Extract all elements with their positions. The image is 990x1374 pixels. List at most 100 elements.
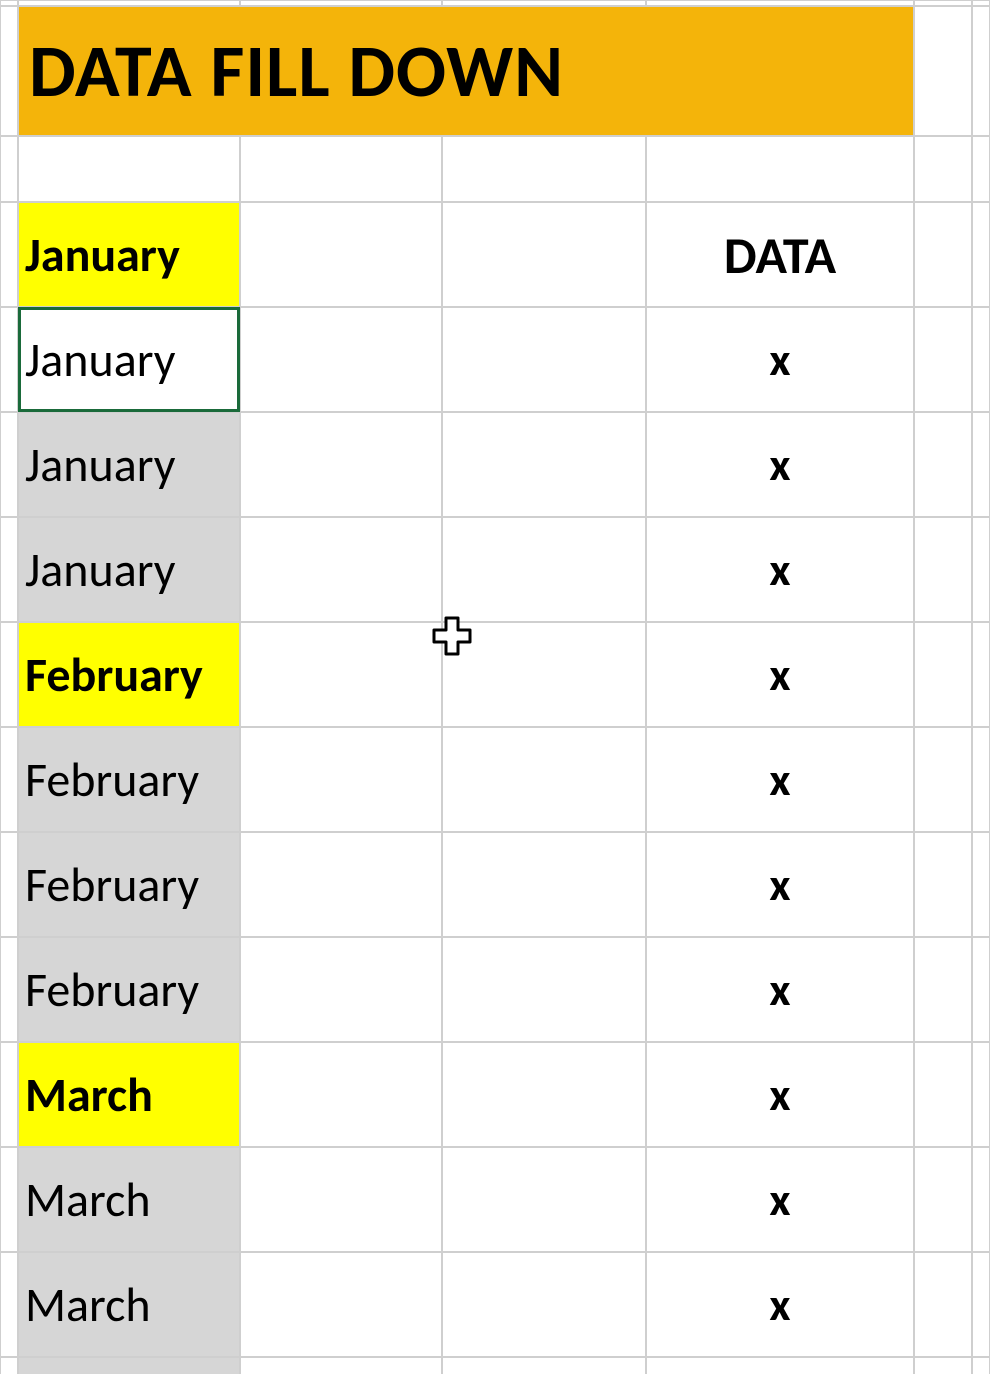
month-label: January xyxy=(25,435,175,494)
cell[interactable] xyxy=(442,1147,646,1252)
data-cell[interactable]: x xyxy=(646,832,914,937)
spreadsheet-grid[interactable]: DATA FILL DOWN January DATA January xyxy=(0,0,990,1374)
cell[interactable] xyxy=(914,6,972,136)
cell[interactable] xyxy=(972,1252,990,1357)
cell[interactable] xyxy=(240,1357,442,1374)
month-label: January xyxy=(25,540,175,599)
cell[interactable] xyxy=(0,1252,18,1357)
cell[interactable] xyxy=(240,1147,442,1252)
data-cell[interactable]: x xyxy=(646,1252,914,1357)
data-cell[interactable]: x xyxy=(646,727,914,832)
cell[interactable] xyxy=(442,832,646,937)
cell[interactable] xyxy=(0,6,18,136)
cell[interactable] xyxy=(240,727,442,832)
cell[interactable] xyxy=(240,832,442,937)
cell[interactable] xyxy=(240,307,442,412)
cell[interactable] xyxy=(972,136,990,202)
cell[interactable] xyxy=(442,412,646,517)
cell[interactable] xyxy=(0,937,18,1042)
cell[interactable] xyxy=(972,307,990,412)
cell[interactable] xyxy=(972,1147,990,1252)
cell[interactable] xyxy=(0,1042,18,1147)
month-header-cell[interactable]: January xyxy=(18,202,240,307)
cell[interactable] xyxy=(0,307,18,412)
data-header-cell[interactable]: DATA xyxy=(646,202,914,307)
cell[interactable] xyxy=(914,622,972,727)
month-header-cell[interactable]: March xyxy=(18,1042,240,1147)
data-cell[interactable]: x xyxy=(646,1042,914,1147)
selected-cell[interactable]: February xyxy=(18,937,240,1042)
data-cell[interactable]: x xyxy=(646,517,914,622)
cell[interactable] xyxy=(972,202,990,307)
cell[interactable] xyxy=(240,412,442,517)
cell[interactable] xyxy=(646,1357,914,1374)
cell[interactable] xyxy=(0,1357,18,1374)
selected-cell[interactable]: March xyxy=(18,1147,240,1252)
selected-cell[interactable]: January xyxy=(18,412,240,517)
cell[interactable] xyxy=(240,622,442,727)
selected-cell[interactable]: March xyxy=(18,1252,240,1357)
cell[interactable] xyxy=(18,136,240,202)
cell[interactable] xyxy=(0,622,18,727)
data-value: x xyxy=(769,857,790,913)
cell[interactable] xyxy=(0,136,18,202)
selected-cell[interactable]: January xyxy=(18,517,240,622)
cell[interactable] xyxy=(442,202,646,307)
cell[interactable] xyxy=(240,517,442,622)
active-cell[interactable]: January xyxy=(18,307,240,412)
cell[interactable] xyxy=(442,622,646,727)
cell[interactable] xyxy=(914,937,972,1042)
cell[interactable] xyxy=(972,1042,990,1147)
cell[interactable] xyxy=(442,727,646,832)
cell[interactable] xyxy=(240,1042,442,1147)
cell[interactable] xyxy=(914,136,972,202)
cell[interactable] xyxy=(0,517,18,622)
cell[interactable] xyxy=(972,727,990,832)
cell[interactable] xyxy=(914,307,972,412)
cell[interactable] xyxy=(914,412,972,517)
cell[interactable] xyxy=(442,1042,646,1147)
cell[interactable] xyxy=(972,6,990,136)
cell[interactable] xyxy=(646,136,914,202)
data-cell[interactable]: x xyxy=(646,1147,914,1252)
cell[interactable] xyxy=(914,727,972,832)
cell[interactable] xyxy=(442,307,646,412)
cell[interactable] xyxy=(914,832,972,937)
cell[interactable] xyxy=(972,517,990,622)
cell[interactable] xyxy=(0,202,18,307)
cell[interactable] xyxy=(0,1147,18,1252)
cell[interactable] xyxy=(914,1042,972,1147)
cell[interactable] xyxy=(0,727,18,832)
cell[interactable] xyxy=(972,937,990,1042)
cell[interactable] xyxy=(0,412,18,517)
cell[interactable] xyxy=(442,937,646,1042)
cell[interactable] xyxy=(914,1357,972,1374)
selected-cell[interactable]: February xyxy=(18,832,240,937)
cell[interactable] xyxy=(0,832,18,937)
cell[interactable] xyxy=(442,1252,646,1357)
cell[interactable] xyxy=(442,136,646,202)
selected-cell[interactable] xyxy=(18,1357,240,1374)
cell[interactable] xyxy=(914,1147,972,1252)
cell[interactable] xyxy=(972,622,990,727)
selected-cell[interactable]: February xyxy=(18,727,240,832)
cell[interactable] xyxy=(442,1357,646,1374)
data-cell[interactable]: x xyxy=(646,937,914,1042)
data-cell[interactable]: x xyxy=(646,412,914,517)
cell[interactable] xyxy=(972,832,990,937)
cell[interactable] xyxy=(972,412,990,517)
cell[interactable] xyxy=(442,517,646,622)
data-cell[interactable]: x xyxy=(646,307,914,412)
cell[interactable] xyxy=(914,517,972,622)
cell[interactable] xyxy=(914,1252,972,1357)
cell[interactable] xyxy=(240,136,442,202)
cell[interactable] xyxy=(240,202,442,307)
cell[interactable] xyxy=(240,937,442,1042)
data-value: x xyxy=(769,542,790,598)
cell[interactable] xyxy=(914,202,972,307)
title-cell[interactable]: DATA FILL DOWN xyxy=(18,6,914,136)
cell[interactable] xyxy=(240,1252,442,1357)
month-header-cell[interactable]: February xyxy=(18,622,240,727)
cell[interactable] xyxy=(972,1357,990,1374)
data-cell[interactable]: x xyxy=(646,622,914,727)
